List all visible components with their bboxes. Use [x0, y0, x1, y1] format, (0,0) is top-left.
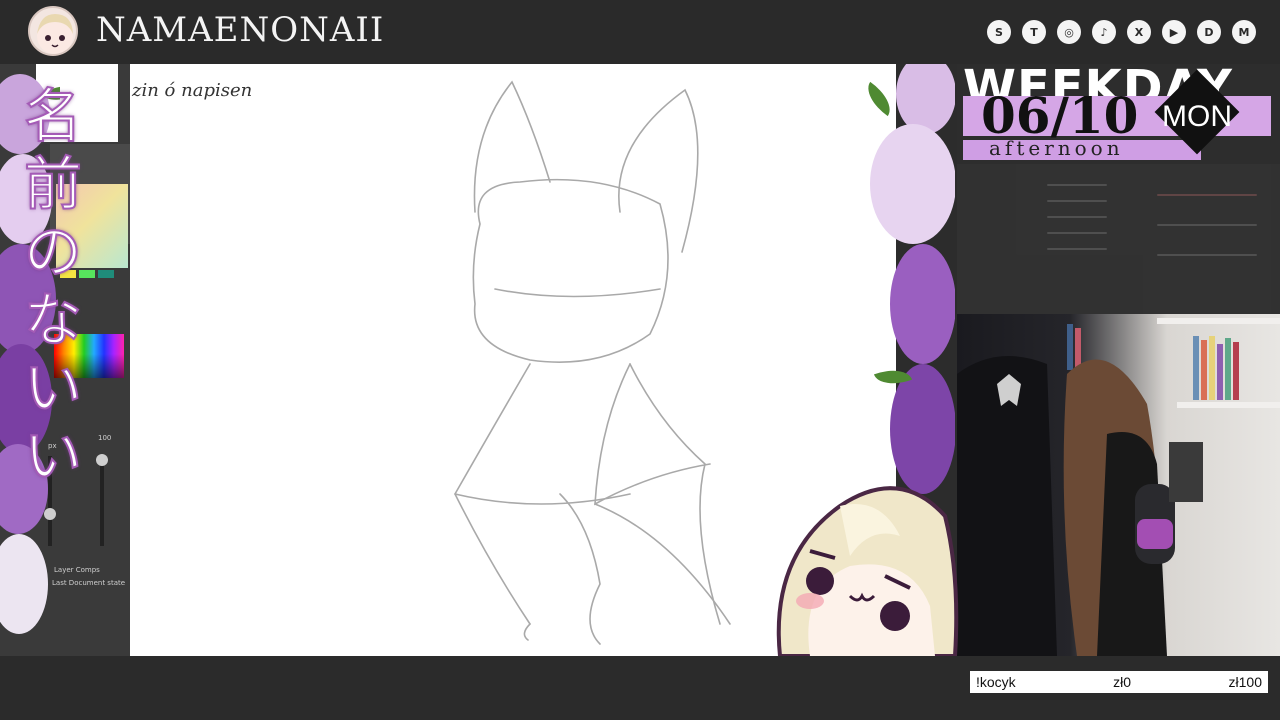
- document-state-label: Last Document state: [52, 579, 126, 587]
- donation-goal-bar: !kocyk zł0 zł100: [970, 671, 1268, 693]
- layer-comps-label: Layer Comps: [54, 566, 100, 574]
- command-label: !kocyk: [976, 674, 1016, 690]
- right-lilac-decoration: [860, 64, 955, 504]
- goal-current: zł0: [1113, 674, 1132, 690]
- channel-name: NAMAENONAII: [96, 10, 385, 50]
- chibi-mascot: [770, 476, 960, 658]
- streamelements-icon[interactable]: S: [987, 20, 1011, 44]
- stream-overlay: NAMAENONAII S T ◎ ♪ X ▶ D M 100 px Layer…: [0, 0, 1280, 720]
- opacity-value: 100: [98, 434, 112, 442]
- social-links: S T ◎ ♪ X ▶ D M: [987, 20, 1256, 44]
- top-bar: NAMAENONAII S T ◎ ♪ X ▶ D M: [0, 0, 1280, 64]
- opacity-slider[interactable]: [100, 456, 104, 546]
- twitch-icon[interactable]: T: [1022, 20, 1046, 44]
- vertical-name-text: 名 前 の な い い: [23, 82, 83, 490]
- opacity-slider-handle[interactable]: [96, 454, 108, 466]
- schedule-period: afternoon: [989, 136, 1124, 160]
- discord-icon[interactable]: D: [1197, 20, 1221, 44]
- avatar: [28, 6, 78, 56]
- youtube-icon[interactable]: ▶: [1162, 20, 1186, 44]
- goal-target: zł100: [1228, 674, 1262, 690]
- x-icon[interactable]: X: [1127, 20, 1151, 44]
- gmail-icon[interactable]: M: [1232, 20, 1256, 44]
- schedule-panel: WEEKDAY 06/10 MON afternoon: [957, 64, 1280, 314]
- instagram-icon[interactable]: ◎: [1057, 20, 1081, 44]
- art-app-brush-panel: [957, 164, 1280, 314]
- tiktok-icon[interactable]: ♪: [1092, 20, 1116, 44]
- schedule-day: MON: [1162, 100, 1232, 133]
- webcam-feed: [957, 314, 1280, 656]
- leaf: [860, 81, 899, 117]
